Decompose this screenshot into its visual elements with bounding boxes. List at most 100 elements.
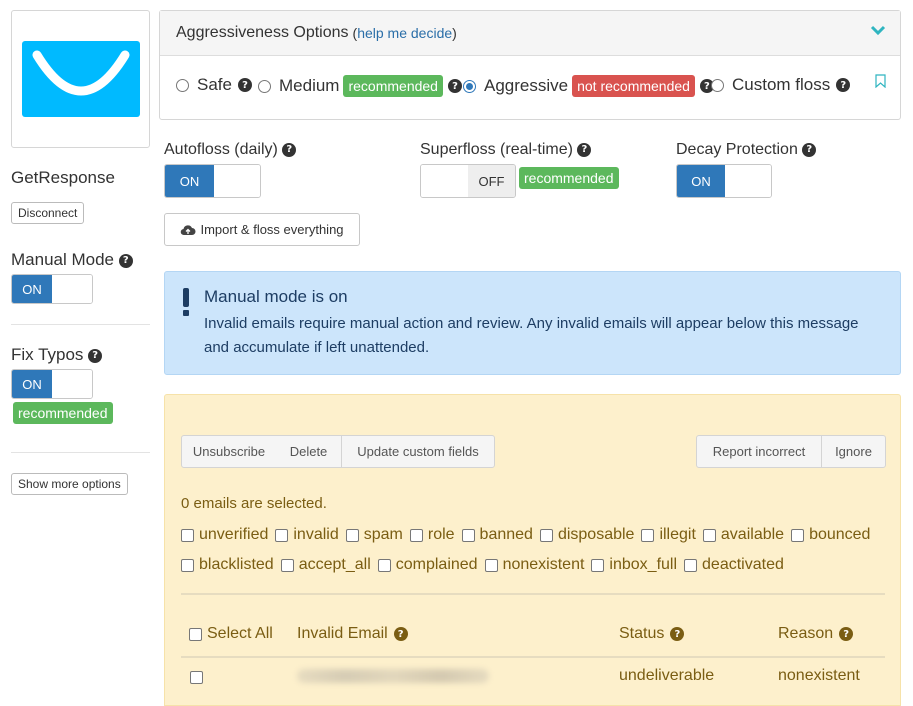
filter-blacklisted[interactable]: blacklisted (181, 556, 274, 574)
filter-bounced[interactable]: bounced (791, 526, 870, 544)
aggressiveness-panel: Aggressiveness Options ( help me decide … (159, 10, 901, 120)
filter-disposable[interactable]: disposable (539, 526, 635, 544)
filter-unverified[interactable]: unverified (181, 526, 268, 544)
row-status: undeliverable (619, 667, 715, 684)
decay-protection-label: Decay Protection (676, 141, 798, 158)
option-label: Safe (197, 75, 232, 94)
option-label: Medium (279, 76, 340, 95)
filter-accept-all[interactable]: accept_all (280, 556, 371, 574)
checkbox[interactable] (484, 558, 498, 572)
checkbox[interactable] (684, 558, 698, 572)
manual-mode-heading: Manual Mode ? (11, 250, 133, 270)
option-custom-floss[interactable]: Custom floss ? (711, 75, 851, 95)
divider (181, 656, 885, 658)
filter-label: unverified (199, 526, 269, 543)
ignore-button[interactable]: Ignore (821, 435, 886, 468)
filter-label: disposable (557, 526, 635, 543)
help-icon[interactable]: ? (88, 348, 103, 363)
decay-protection-heading: Decay Protection ? (676, 141, 817, 159)
row-checkbox[interactable] (190, 671, 203, 684)
checkbox[interactable] (275, 528, 289, 542)
fix-typos-heading: Fix Typos ? (11, 345, 103, 365)
filter-spam[interactable]: spam (345, 526, 403, 544)
medium-radio[interactable] (258, 79, 271, 93)
invalid-emails-panel: Unsubscribe Delete Update custom fields … (164, 394, 901, 706)
help-me-decide-link[interactable]: help me decide (357, 25, 452, 41)
help-icon[interactable]: ? (393, 627, 408, 641)
divider (11, 324, 150, 325)
filter-label: inbox_full (609, 556, 678, 573)
alert-title: Manual mode is on (204, 287, 348, 306)
help-icon[interactable]: ? (836, 78, 851, 92)
option-aggressive[interactable]: Aggressive not recommended ? (463, 75, 714, 97)
getresponse-logo-icon (21, 41, 140, 117)
selected-count: 0 emails are selected. (181, 495, 327, 512)
filter-banned[interactable]: banned (461, 526, 533, 544)
checkbox[interactable] (641, 528, 655, 542)
filter-label: available (720, 526, 785, 543)
filter-deactivated[interactable]: deactivated (684, 556, 784, 574)
help-icon[interactable]: ? (670, 627, 685, 641)
filter-available[interactable]: available (702, 526, 785, 544)
manual-mode-alert: Manual mode is on Invalid emails require… (164, 271, 901, 375)
filter-label: nonexistent (502, 556, 585, 573)
checkbox[interactable] (345, 528, 359, 542)
import-floss-label: Import & floss everything (200, 222, 344, 237)
filter-nonexistent[interactable]: nonexistent (484, 556, 585, 574)
disconnect-button[interactable]: Disconnect (11, 202, 85, 224)
autofloss-heading: Autofloss (daily) ? (164, 141, 297, 159)
checkbox[interactable] (181, 528, 194, 542)
select-all-header[interactable]: Select All (189, 625, 273, 643)
help-icon[interactable]: ? (577, 142, 592, 157)
import-floss-button[interactable]: Import & floss everything (164, 213, 360, 246)
safe-radio[interactable] (176, 78, 189, 92)
bookmark-icon[interactable] (875, 74, 886, 88)
filter-role[interactable]: role (409, 526, 455, 544)
filter-invalid[interactable]: invalid (275, 526, 339, 544)
checkbox[interactable] (377, 558, 391, 572)
checkbox[interactable] (280, 558, 294, 572)
checkbox[interactable] (702, 528, 716, 542)
select-all-checkbox[interactable] (189, 627, 202, 641)
filter-label: invalid (293, 526, 339, 543)
help-icon[interactable]: ? (118, 253, 133, 268)
decay-protection-toggle[interactable]: ON (676, 164, 772, 198)
row-reason: nonexistent (778, 667, 860, 684)
option-medium[interactable]: Medium recommended ? (258, 75, 462, 97)
help-icon[interactable]: ? (282, 142, 297, 157)
checkbox[interactable] (791, 528, 805, 542)
checkbox[interactable] (181, 558, 194, 572)
superfloss-toggle[interactable]: OFF (420, 164, 516, 198)
fix-typos-label: Fix Typos (11, 345, 84, 364)
filter-row-2: blacklisted accept_all complained nonexi… (181, 556, 891, 574)
fix-typos-toggle[interactable]: ON (11, 369, 93, 399)
chevron-down-icon[interactable] (870, 24, 886, 36)
checkbox[interactable] (461, 528, 475, 542)
delete-button[interactable]: Delete (276, 435, 342, 468)
help-icon[interactable]: ? (447, 79, 462, 93)
show-more-options-button[interactable]: Show more options (11, 473, 128, 495)
filter-label: spam (363, 526, 403, 543)
checkbox[interactable] (591, 558, 605, 572)
filter-illegit[interactable]: illegit (641, 526, 696, 544)
report-incorrect-button[interactable]: Report incorrect (696, 435, 822, 468)
manual-mode-toggle[interactable]: ON (11, 274, 93, 304)
filter-inbox-full[interactable]: inbox_full (591, 556, 677, 574)
checkbox[interactable] (539, 528, 553, 542)
aggressiveness-header[interactable]: Aggressiveness Options ( help me decide … (160, 11, 900, 56)
autofloss-toggle[interactable]: ON (164, 164, 261, 198)
checkbox[interactable] (409, 528, 423, 542)
unsubscribe-button[interactable]: Unsubscribe (181, 435, 277, 468)
help-icon[interactable]: ? (237, 78, 252, 92)
update-custom-fields-button[interactable]: Update custom fields (341, 435, 495, 468)
option-label: Aggressive (484, 76, 569, 95)
help-icon[interactable]: ? (802, 142, 817, 157)
aggressive-radio[interactable] (463, 79, 476, 93)
manual-mode-label: Manual Mode (11, 250, 115, 269)
filter-complained[interactable]: complained (377, 556, 478, 574)
help-icon[interactable]: ? (839, 627, 854, 641)
option-safe[interactable]: Safe ? (176, 75, 252, 95)
custom-floss-radio[interactable] (711, 78, 724, 92)
service-logo (11, 10, 150, 148)
recommended-badge: recommended (13, 402, 113, 424)
